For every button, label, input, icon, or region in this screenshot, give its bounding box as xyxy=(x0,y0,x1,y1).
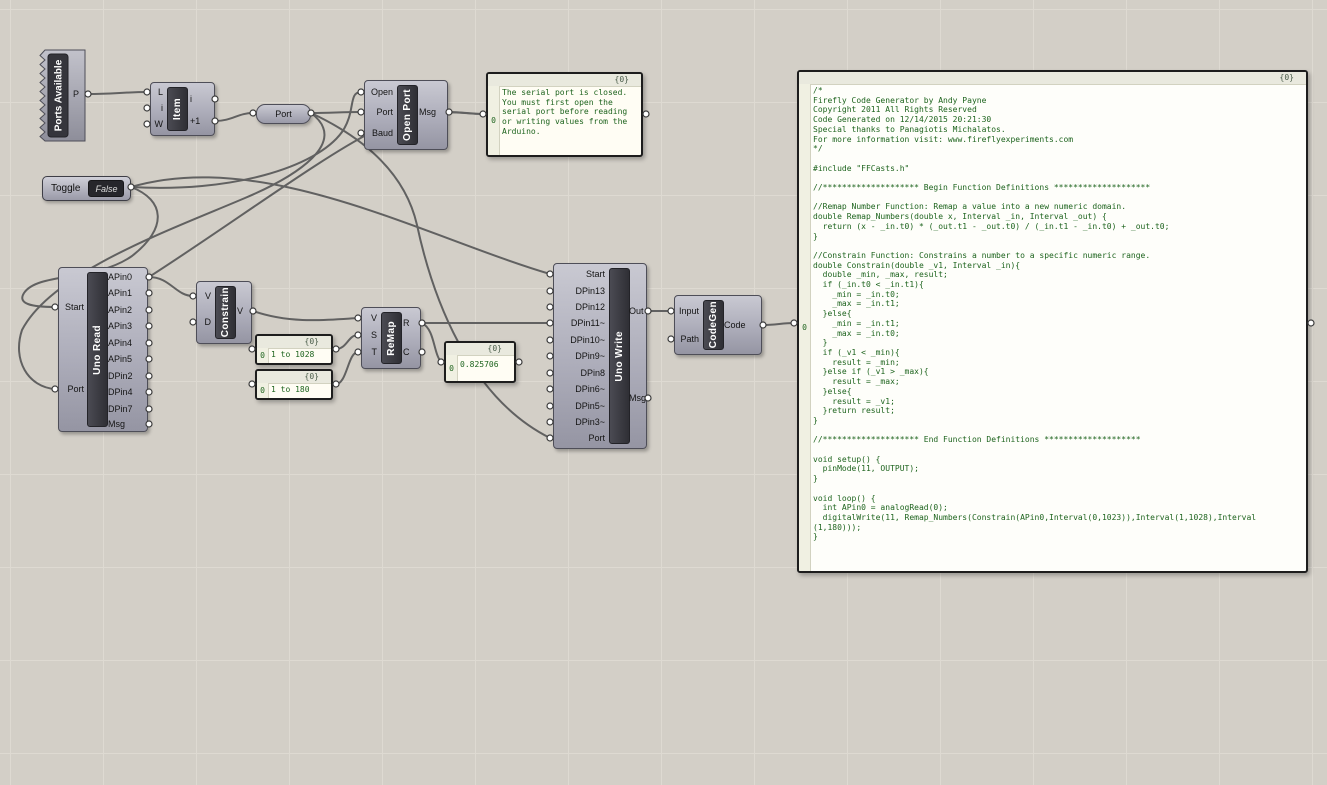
remap-grips[interactable] xyxy=(355,315,425,355)
item-grips[interactable] xyxy=(144,89,218,127)
ports-available-grips[interactable] xyxy=(85,91,91,97)
toggle-grips[interactable] xyxy=(128,184,134,190)
grasshopper-canvas[interactable]: Ports Available P Item L i W i +1 Port O… xyxy=(0,0,1327,785)
grip-layer xyxy=(0,0,1327,785)
serial-message-panel-grips[interactable] xyxy=(480,111,649,117)
code-panel-grips[interactable] xyxy=(791,320,1314,326)
uno-read-grips[interactable] xyxy=(52,274,152,427)
uno-write-grips[interactable] xyxy=(547,271,651,441)
port-relay-grips[interactable] xyxy=(250,110,314,116)
domain-panel-grips[interactable] xyxy=(249,346,339,387)
codegen-grips[interactable] xyxy=(668,308,766,342)
remap-value-panel-grips[interactable] xyxy=(438,359,522,365)
constrain-grips[interactable] xyxy=(190,293,256,325)
open-port-grips[interactable] xyxy=(358,89,452,136)
